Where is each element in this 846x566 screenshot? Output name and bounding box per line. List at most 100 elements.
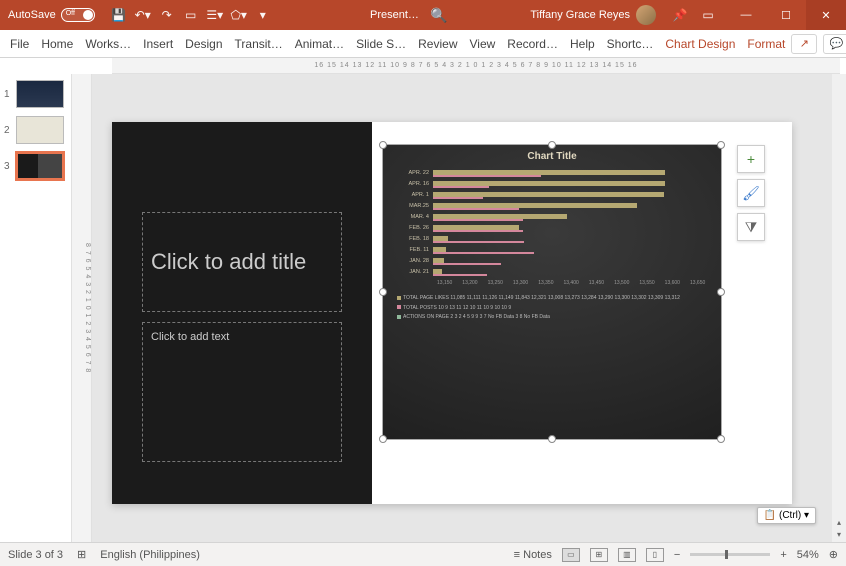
tab-home[interactable]: Home — [35, 32, 79, 56]
horizontal-ruler: 16 15 14 13 12 11 10 9 8 7 6 5 4 3 2 1 0… — [112, 58, 840, 74]
share-button[interactable]: ↗ — [791, 34, 817, 54]
undo-icon[interactable]: ↶▾ — [135, 7, 151, 23]
titlebar-right-icons: 📌 ▭ — [672, 7, 716, 23]
ribbon-mode-icon[interactable]: ▭ — [700, 7, 716, 23]
zoom-thumb[interactable] — [725, 550, 728, 559]
normal-view-button[interactable]: ▭ — [562, 548, 580, 562]
slide-right-panel: Chart Title APR. 22APR. 16APR. 1MAR.25MA… — [372, 122, 792, 504]
legend-row-1: TOTAL PAGE LIKES 11,085 11,111 11,126 11… — [397, 294, 707, 304]
clipboard-icon: 📋 — [764, 510, 776, 521]
tab-slideshow[interactable]: Slide S… — [350, 32, 412, 56]
slideshow-view-button[interactable]: ▯ — [646, 548, 664, 562]
tab-chart-design[interactable]: Chart Design — [659, 32, 741, 56]
tab-recording[interactable]: Record… — [501, 32, 564, 56]
resize-handle-mr[interactable] — [717, 288, 725, 296]
tab-shortcuts[interactable]: Shortc… — [601, 32, 660, 56]
tab-file[interactable]: File — [4, 32, 35, 56]
thumb-preview-3[interactable] — [16, 152, 64, 180]
resize-handle-bl[interactable] — [379, 435, 387, 443]
tab-design[interactable]: Design — [179, 32, 228, 56]
save-icon[interactable]: 💾 — [111, 7, 127, 23]
accessibility-icon[interactable]: ⊞ — [77, 548, 86, 561]
paste-options-button[interactable]: 📋 (Ctrl) ▾ — [757, 507, 816, 524]
ribbon-right-buttons: ↗ 💬 — [791, 34, 846, 54]
zoom-out-button[interactable]: − — [674, 549, 680, 561]
legend-swatch-1 — [397, 296, 401, 300]
scroll-down-icon[interactable]: ▾ — [832, 530, 846, 540]
reading-view-button[interactable]: ▥ — [618, 548, 636, 562]
slide-left-panel: Click to add title Click to add text — [112, 122, 372, 504]
tab-view[interactable]: View — [464, 32, 502, 56]
thumbnail-2[interactable]: 2 — [4, 116, 67, 144]
title-placeholder[interactable]: Click to add title — [142, 212, 342, 312]
scroll-up-icon[interactable]: ▴ — [832, 518, 846, 528]
redo-icon[interactable]: ↷ — [159, 7, 175, 23]
resize-handle-br[interactable] — [717, 435, 725, 443]
quick-access-toolbar: 💾 ↶▾ ↷ ▭ ☰▾ ⬠▾ ▾ — [103, 7, 279, 23]
thumbnail-1[interactable]: 1 — [4, 80, 67, 108]
autosave-switch[interactable]: Off — [61, 8, 95, 22]
zoom-in-button[interactable]: + — [780, 549, 786, 561]
resize-handle-tr[interactable] — [717, 141, 725, 149]
main-area: 1 2 3 8 7 6 5 4 3 2 1 0 1 2 3 4 5 6 7 8 … — [0, 74, 846, 542]
chart-object[interactable]: Chart Title APR. 22APR. 16APR. 1MAR.25MA… — [382, 144, 722, 440]
chart-elements-button[interactable]: + — [737, 145, 765, 173]
minimize-button[interactable]: — — [726, 0, 766, 30]
zoom-slider[interactable] — [690, 553, 770, 556]
thumb-preview-1[interactable] — [16, 80, 64, 108]
tab-help[interactable]: Help — [564, 32, 601, 56]
comments-button[interactable]: 💬 — [823, 34, 846, 54]
document-title: Present… — [370, 9, 419, 21]
chart-quick-buttons: + 🖌 ⧩ — [737, 145, 765, 241]
tab-review[interactable]: Review — [412, 32, 463, 56]
tab-transitions[interactable]: Transit… — [229, 32, 289, 56]
slide-canvas[interactable]: Click to add title Click to add text Cha… — [92, 74, 846, 542]
user-name: Tiffany Grace Reyes — [530, 9, 630, 21]
more-icon[interactable]: ▾ — [255, 7, 271, 23]
chart-plot-area[interactable]: APR. 22APR. 16APR. 1MAR.25MAR. 4FEB. 26F… — [383, 168, 721, 286]
autosave-label: AutoSave — [8, 9, 56, 21]
autosave-toggle[interactable]: AutoSave Off — [0, 8, 103, 22]
chart-filters-button[interactable]: ⧩ — [737, 213, 765, 241]
tab-workspace[interactable]: Works… — [79, 32, 137, 56]
maximize-button[interactable]: ☐ — [766, 0, 806, 30]
tab-format[interactable]: Format — [741, 32, 791, 56]
resize-handle-tm[interactable] — [548, 141, 556, 149]
status-bar: Slide 3 of 3 ⊞ English (Philippines) ≡ N… — [0, 542, 846, 566]
vertical-ruler: 8 7 6 5 4 3 2 1 0 1 2 3 4 5 6 7 8 — [72, 74, 92, 542]
chart-styles-button[interactable]: 🖌 — [737, 179, 765, 207]
legend-swatch-2 — [397, 305, 401, 309]
slide-sorter-view-button[interactable]: ⊞ — [590, 548, 608, 562]
notes-button[interactable]: ≡ Notes — [514, 549, 552, 561]
slide-counter[interactable]: Slide 3 of 3 — [8, 549, 63, 561]
legend-row-3: ACTIONS ON PAGE 2 3 2 4 5 9 9 3 7 No FB … — [397, 313, 707, 323]
resize-handle-ml[interactable] — [379, 288, 387, 296]
ribbon-tabs: File Home Works… Insert Design Transit… … — [0, 30, 846, 58]
zoom-level[interactable]: 54% — [797, 549, 819, 561]
avatar[interactable] — [636, 5, 656, 25]
shape-icon[interactable]: ⬠▾ — [231, 7, 247, 23]
tab-animations[interactable]: Animat… — [289, 32, 350, 56]
chart-legend: TOTAL PAGE LIKES 11,085 11,111 11,126 11… — [383, 286, 721, 331]
title-bar: AutoSave Off 💾 ↶▾ ↷ ▭ ☰▾ ⬠▾ ▾ Present… 🔍… — [0, 0, 846, 30]
search-icon[interactable]: 🔍 — [430, 7, 447, 24]
text-placeholder[interactable]: Click to add text — [142, 322, 342, 462]
list-icon[interactable]: ☰▾ — [207, 7, 223, 23]
vertical-scrollbar[interactable]: ▴ ▾ — [832, 74, 846, 542]
thumb-preview-2[interactable] — [16, 116, 64, 144]
thumbnail-3[interactable]: 3 — [4, 152, 67, 180]
slideshow-icon[interactable]: ▭ — [183, 7, 199, 23]
fit-to-window-button[interactable]: ⊕ — [829, 548, 838, 561]
resize-handle-tl[interactable] — [379, 141, 387, 149]
language-indicator[interactable]: English (Philippines) — [100, 549, 200, 561]
user-account[interactable]: Tiffany Grace Reyes — [530, 5, 656, 25]
legend-row-2: TOTAL POSTS 10 9 13 11 12 10 11 10 9 10 … — [397, 304, 707, 314]
slide[interactable]: Click to add title Click to add text Cha… — [112, 122, 792, 504]
pin-icon[interactable]: 📌 — [672, 7, 688, 23]
close-button[interactable]: ✕ — [806, 0, 846, 30]
status-right: ≡ Notes ▭ ⊞ ▥ ▯ − + 54% ⊕ — [514, 548, 838, 562]
resize-handle-bm[interactable] — [548, 435, 556, 443]
window-controls: — ☐ ✕ — [726, 0, 846, 30]
tab-insert[interactable]: Insert — [137, 32, 179, 56]
legend-swatch-3 — [397, 315, 401, 319]
